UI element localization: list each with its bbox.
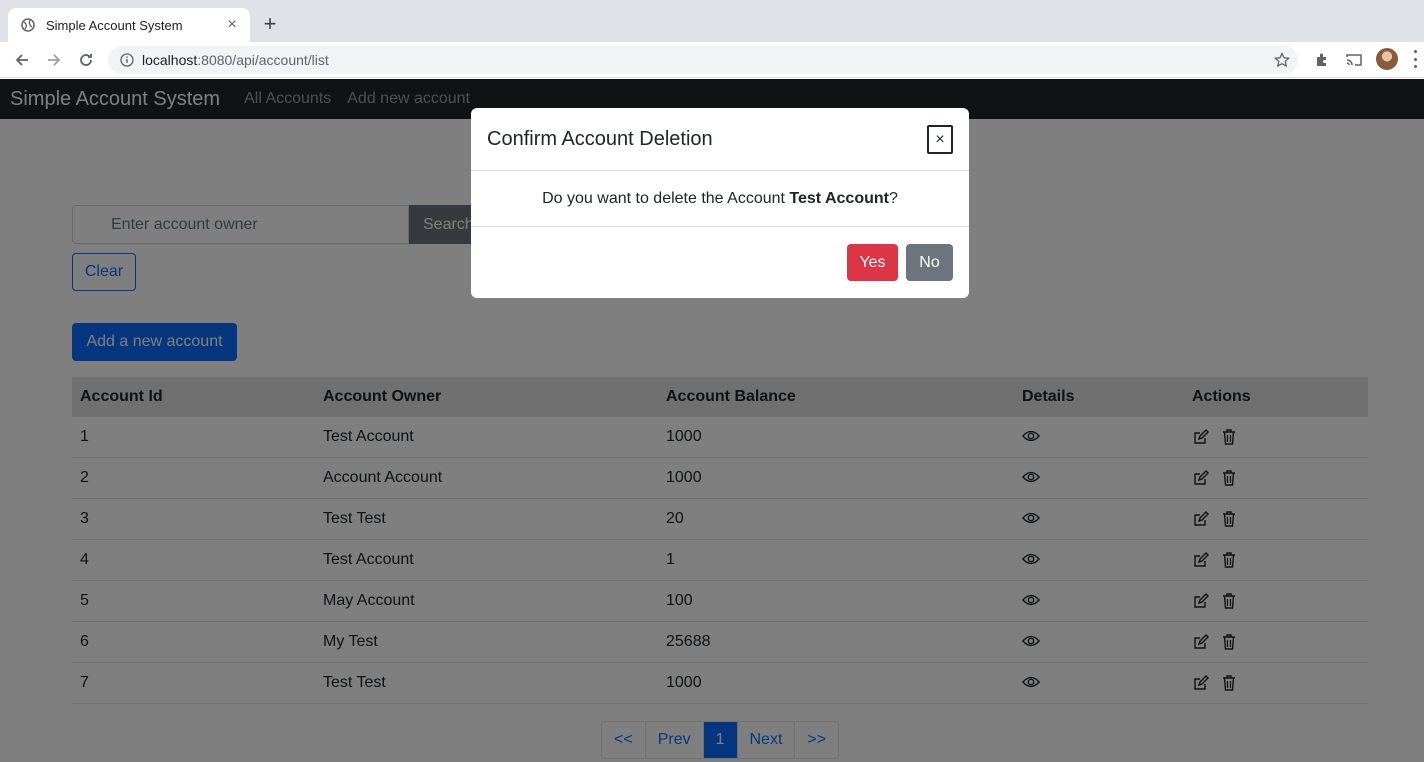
cast-icon[interactable] — [1344, 50, 1364, 70]
modal-footer: Yes No — [471, 227, 969, 297]
no-button[interactable]: No — [906, 244, 953, 281]
browser-tabstrip: Simple Account System × + — [0, 0, 1424, 42]
account-name: Test Account — [789, 189, 889, 207]
profile-avatar[interactable] — [1376, 48, 1398, 70]
extensions-puzzle-icon[interactable] — [1312, 50, 1332, 70]
delete-confirm-modal: Confirm Account Deletion × Do you want t… — [471, 108, 969, 298]
forward-arrow-icon[interactable] — [42, 48, 66, 72]
bookmark-star-icon[interactable] — [1273, 51, 1291, 68]
browser-tab[interactable]: Simple Account System × — [8, 8, 250, 42]
browser-toolbar: localhost:8080/api/account/list — [0, 42, 1424, 78]
browser-menu-icon[interactable] — [1412, 50, 1418, 68]
modal-header: Confirm Account Deletion × — [471, 108, 969, 171]
info-icon[interactable] — [120, 53, 134, 67]
modal-close-button[interactable]: × — [927, 125, 953, 154]
tab-close-icon[interactable]: × — [224, 17, 240, 33]
modal-message: Do you want to delete the Account Test A… — [542, 189, 898, 207]
globe-icon — [20, 17, 36, 33]
yes-button[interactable]: Yes — [847, 244, 898, 281]
modal-title: Confirm Account Deletion — [487, 127, 713, 150]
tab-title: Simple Account System — [46, 17, 183, 33]
new-tab-icon[interactable]: + — [258, 13, 282, 37]
address-bar[interactable]: localhost:8080/api/account/list — [108, 46, 1298, 74]
reload-icon[interactable] — [74, 48, 98, 72]
url-text: localhost:8080/api/account/list — [142, 52, 329, 68]
back-arrow-icon[interactable] — [10, 48, 34, 72]
modal-body: Do you want to delete the Account Test A… — [471, 171, 969, 227]
